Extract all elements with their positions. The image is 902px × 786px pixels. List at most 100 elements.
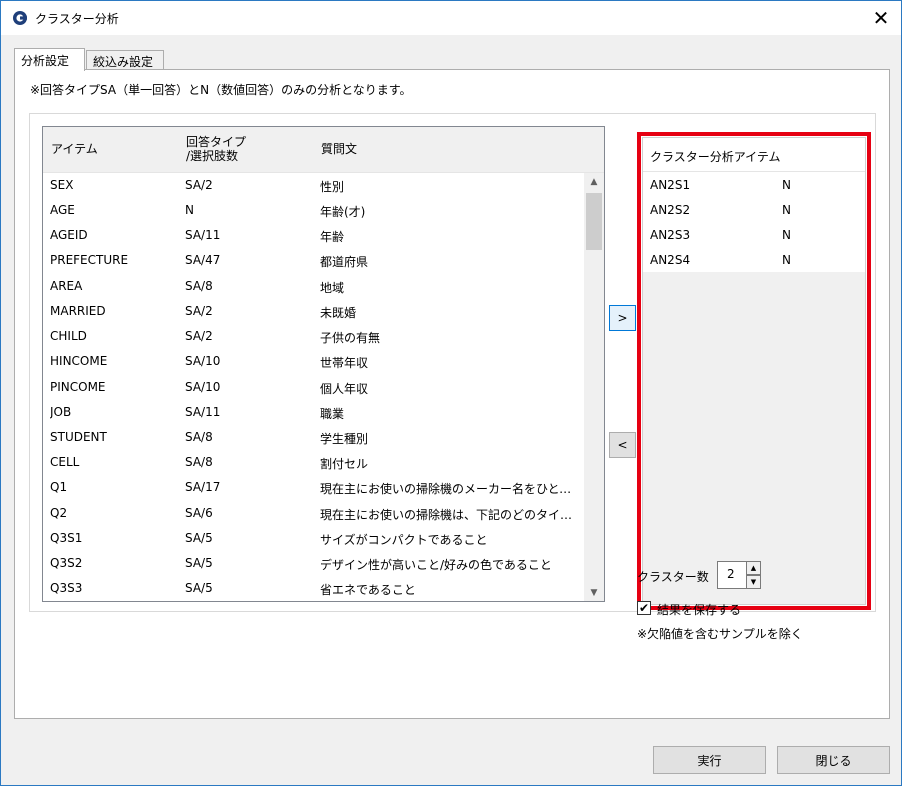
row-item: AGEID [50,228,88,242]
row-question: 職業 [320,407,345,421]
row-type: SA/11 [185,405,221,419]
row-question: 年齢 [320,230,345,244]
row-question: 世帯年収 [320,356,369,370]
highlight-frame [637,132,871,610]
row-type: SA/2 [185,329,213,343]
row-item: CELL [50,455,80,469]
row-item: Q3S3 [50,581,83,595]
analysis-note: ※回答タイプSA（単一回答）とN（数値回答）のみの分析となります。 [30,83,412,97]
row-item: Q2 [50,506,68,520]
row-type: SA/11 [185,228,221,242]
table-row[interactable]: AGEID SA/11 年齢 [43,223,583,248]
check-icon: ✔ [638,601,650,615]
item-list-scrollbar[interactable]: ▲ ▼ [584,173,604,601]
cluster-count-input[interactable]: 2 [717,561,747,589]
row-type: SA/8 [185,430,213,444]
row-question: 現在主にお使いの掃除機は、下記のどのタイプ... [320,508,582,522]
row-item: HINCOME [50,354,108,368]
row-type: SA/2 [185,304,213,318]
exclude-missing-note: ※欠陥値を含むサンプルを除く [637,627,803,641]
scroll-thumb[interactable] [586,193,602,250]
item-list-rows: SEX SA/2 性別 AGE N 年齢(才) AGEID SA/11 年齢 PREFECT… [43,173,583,601]
tab-filter-settings[interactable]: 絞込み設定 [86,50,164,70]
row-question: 年齢(才) [320,205,366,219]
remove-item-button[interactable]: < [609,432,636,458]
save-result-checkbox[interactable]: ✔ [637,601,651,615]
table-row[interactable]: SEX SA/2 性別 [43,173,583,198]
row-item: SEX [50,178,74,192]
tab-panel: ※回答タイプSA（単一回答）とN（数値回答）のみの分析となります。 アイテム 回… [14,69,890,719]
table-row[interactable]: Q3S2 SA/5 デザイン性が高いこと/好みの色であること [43,551,583,576]
row-item: JOB [50,405,72,419]
row-item: Q3S2 [50,556,83,570]
table-row[interactable]: HINCOME SA/10 世帯年収 [43,349,583,374]
row-item: PREFECTURE [50,253,129,267]
header-answer-type[interactable]: 回答タイプ /選択肢数 [186,135,246,163]
spin-up-icon[interactable]: ▲ [746,561,761,575]
row-question: 地域 [320,281,345,295]
item-list-header: アイテム 回答タイプ /選択肢数 質問文 [43,127,604,173]
row-item: MARRIED [50,304,106,318]
row-type: SA/8 [185,455,213,469]
row-type: SA/10 [185,380,221,394]
row-item: Q3S1 [50,531,83,545]
title-bar: クラスター分析 ✕ [1,1,901,35]
scroll-up-icon[interactable]: ▲ [584,173,604,190]
tab-analysis-settings[interactable]: 分析設定 [14,48,85,71]
add-item-button[interactable]: > [609,305,636,331]
row-question: 現在主にお使いの掃除機のメーカー名をひとつ... [320,482,582,496]
header-question[interactable]: 質問文 [321,142,357,156]
table-row[interactable]: PINCOME SA/10 個人年収 [43,375,583,400]
app-logo-icon [13,11,27,25]
row-question: 性別 [320,180,345,194]
row-item: Q1 [50,480,68,494]
row-type: SA/10 [185,354,221,368]
table-row[interactable]: Q1 SA/17 現在主にお使いの掃除機のメーカー名をひとつ... [43,475,583,500]
row-type: SA/8 [185,279,213,293]
row-question: 未既婚 [320,306,357,320]
table-row[interactable]: CELL SA/8 割付セル [43,450,583,475]
row-type: SA/47 [185,253,221,267]
item-list[interactable]: アイテム 回答タイプ /選択肢数 質問文 SEX SA/2 性別 AGE N 年齢(才)… [42,126,605,602]
save-result-label: 結果を保存する [657,603,742,617]
header-answer-type-line2: /選択肢数 [186,149,239,163]
row-question: 割付セル [320,457,369,471]
row-question: 都道府県 [320,255,369,269]
row-item: PINCOME [50,380,106,394]
table-row[interactable]: Q3S3 SA/5 省エネであること [43,576,583,601]
row-type: SA/5 [185,556,213,570]
scroll-down-icon[interactable]: ▼ [584,584,604,601]
row-item: STUDENT [50,430,107,444]
header-answer-type-line1: 回答タイプ [186,135,247,149]
row-question: 個人年収 [320,382,369,396]
run-button[interactable]: 実行 [653,746,766,774]
header-item[interactable]: アイテム [51,142,98,156]
row-type: SA/6 [185,506,213,520]
row-type: SA/2 [185,178,213,192]
close-button[interactable]: 閉じる [777,746,890,774]
table-row[interactable]: AREA SA/8 地域 [43,274,583,299]
row-type: SA/17 [185,480,221,494]
table-row[interactable]: PREFECTURE SA/47 都道府県 [43,248,583,273]
row-question: 子供の有無 [320,331,381,345]
spin-down-icon[interactable]: ▼ [746,575,761,589]
row-type: N [185,203,194,217]
table-row[interactable]: STUDENT SA/8 学生種別 [43,425,583,450]
cluster-count-label: クラスター数 [637,570,709,584]
row-question: サイズがコンパクトであること [320,533,488,547]
row-item: CHILD [50,329,87,343]
table-row[interactable]: AGE N 年齢(才) [43,198,583,223]
row-item: AGE [50,203,75,217]
row-question: 省エネであること [320,583,416,597]
row-type: SA/5 [185,531,213,545]
row-type: SA/5 [185,581,213,595]
close-icon: ✕ [872,6,890,30]
row-item: AREA [50,279,83,293]
table-row[interactable]: MARRIED SA/2 未既婚 [43,299,583,324]
table-row[interactable]: Q3S1 SA/5 サイズがコンパクトであること [43,526,583,551]
table-row[interactable]: CHILD SA/2 子供の有無 [43,324,583,349]
table-row[interactable]: Q2 SA/6 現在主にお使いの掃除機は、下記のどのタイプ... [43,501,583,526]
close-window-button[interactable]: ✕ [869,6,893,30]
table-row[interactable]: JOB SA/11 職業 [43,400,583,425]
row-question: デザイン性が高いこと/好みの色であること [320,558,552,572]
